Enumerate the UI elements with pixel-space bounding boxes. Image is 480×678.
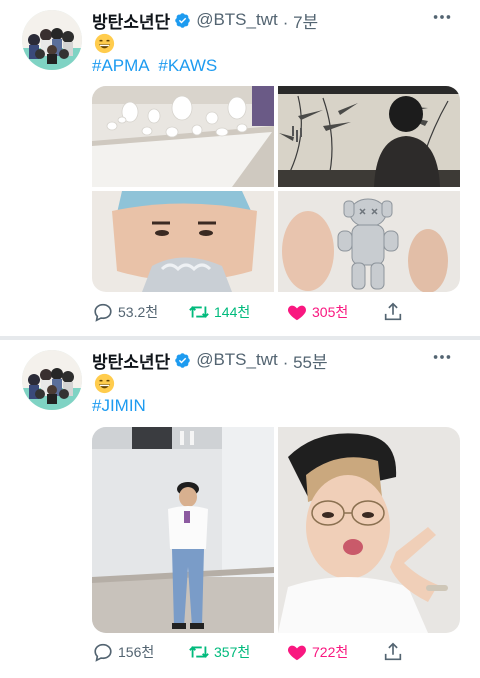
avatar[interactable] (22, 350, 82, 410)
photo-bamboo-painting[interactable] (278, 86, 460, 187)
avatar[interactable] (22, 10, 82, 70)
share-icon (384, 302, 402, 321)
share-button[interactable] (382, 300, 408, 324)
reply-count: 156천 (118, 644, 155, 660)
photo-porcelain[interactable] (92, 86, 274, 187)
media-grid (92, 427, 460, 633)
media-grid (92, 86, 460, 292)
retweet-button[interactable]: 144천 (188, 300, 250, 324)
hashtag-link[interactable]: #APMA (92, 56, 150, 75)
hashtag-link[interactable]: #KAWS (158, 56, 217, 75)
tweet-time[interactable]: · 7분 (283, 8, 318, 33)
photo-glasses-selfie[interactable] (278, 427, 460, 633)
more-icon[interactable] (430, 6, 454, 28)
like-button[interactable]: 305천 (286, 300, 348, 324)
retweet-icon (189, 646, 209, 658)
reply-icon (94, 303, 112, 322)
grinning-face-emoji (94, 373, 115, 394)
share-button[interactable] (382, 640, 408, 664)
photo-silver-figure[interactable] (278, 191, 460, 292)
author-name[interactable]: 방탄소년단 (92, 8, 170, 33)
tweet-header: 방탄소년단 @BTS_twt · 55분 (92, 348, 328, 372)
tweet-header: 방탄소년단 @BTS_twt · 7분 (92, 8, 318, 32)
verified-badge-icon (175, 12, 190, 28)
tweet-actions: 156천 357천 722천 (92, 640, 412, 664)
more-icon[interactable] (430, 346, 454, 368)
hashtags: #APMA #KAWS (92, 56, 221, 76)
reply-count: 53.2천 (118, 304, 159, 320)
photo-blue-hair-selfie[interactable] (92, 191, 274, 292)
tweet-actions: 53.2천 144천 305천 (92, 300, 412, 324)
like-count: 722천 (312, 644, 349, 660)
reply-button[interactable]: 156천 (92, 640, 154, 664)
photo-mirror-selfie[interactable] (92, 427, 274, 633)
heart-icon (288, 645, 306, 661)
retweet-count: 357천 (214, 644, 251, 660)
tweet[interactable]: 방탄소년단 @BTS_twt · 7분 #APMA #KAWS 53.2천 14… (0, 0, 480, 336)
author-name[interactable]: 방탄소년단 (92, 348, 170, 373)
verified-badge-icon (175, 352, 190, 368)
tweet-time[interactable]: · 55분 (283, 348, 328, 373)
retweet-button[interactable]: 357천 (188, 640, 250, 664)
retweet-count: 144천 (214, 304, 251, 320)
retweet-icon (189, 306, 209, 318)
heart-icon (288, 305, 306, 321)
reply-icon (94, 643, 112, 662)
tweet[interactable]: 방탄소년단 @BTS_twt · 55분 #JIMIN 156천 357천 72… (0, 340, 480, 678)
like-button[interactable]: 722천 (286, 640, 348, 664)
hashtags: #JIMIN (92, 396, 150, 416)
share-icon (384, 642, 402, 661)
author-handle[interactable]: @BTS_twt (196, 350, 278, 370)
reply-button[interactable]: 53.2천 (92, 300, 158, 324)
author-handle[interactable]: @BTS_twt (196, 10, 278, 30)
grinning-face-emoji (94, 33, 115, 54)
like-count: 305천 (312, 304, 349, 320)
hashtag-link[interactable]: #JIMIN (92, 396, 146, 415)
